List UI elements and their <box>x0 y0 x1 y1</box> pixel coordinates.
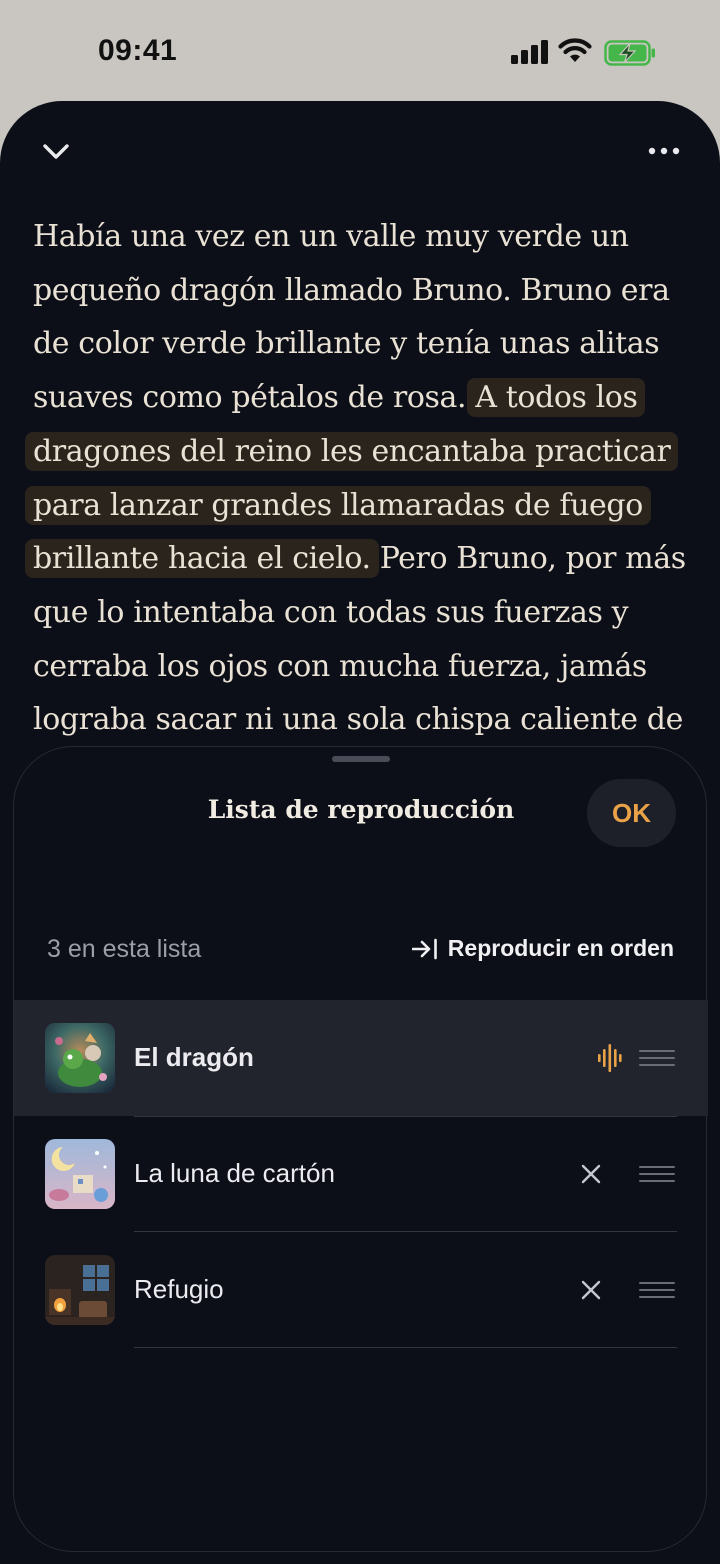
status-time: 09:41 <box>98 34 178 67</box>
playlist-item-title: La luna de cartón <box>134 1158 335 1188</box>
story-text: Había una vez en un valle muy verde un p… <box>25 210 689 747</box>
battery-charging-icon <box>604 40 655 66</box>
sheet-grab-handle[interactable] <box>332 756 390 762</box>
row-divider <box>134 1116 677 1117</box>
playlist-item-title: Refugio <box>134 1274 224 1304</box>
drag-handle-icon[interactable] <box>639 1165 675 1183</box>
playlist-item-el-dragon[interactable]: El dragón <box>14 1000 708 1116</box>
play-in-order-button[interactable]: Reproducir en orden <box>411 935 674 962</box>
playlist-item-la-luna-de-carton[interactable]: La luna de cartón <box>14 1116 708 1232</box>
chevron-down-icon[interactable] <box>40 140 72 162</box>
more-options-icon[interactable] <box>648 145 680 157</box>
status-bar: 09:41 <box>0 0 720 100</box>
drag-handle-icon[interactable] <box>639 1281 675 1299</box>
playlist-item-refugio[interactable]: Refugio <box>14 1232 708 1348</box>
play-in-order-label: Reproducir en orden <box>447 935 674 961</box>
drag-handle-icon[interactable] <box>639 1049 675 1067</box>
cover-thumbnail <box>45 1139 115 1209</box>
row-divider <box>134 1347 677 1348</box>
ok-button[interactable]: OK <box>587 779 676 847</box>
playlist-item-title: El dragón <box>134 1042 254 1072</box>
close-icon[interactable] <box>579 1162 603 1186</box>
arrow-right-to-line-icon <box>411 938 437 959</box>
playlist-sheet: Lista de reproducción OK 3 en esta lista… <box>13 746 708 1552</box>
cover-thumbnail <box>45 1023 115 1093</box>
cellular-signal-icon <box>511 40 548 64</box>
wifi-icon <box>558 38 592 62</box>
close-icon[interactable] <box>579 1278 603 1302</box>
cover-thumbnail <box>45 1255 115 1325</box>
playlist-count: 3 en esta lista <box>47 935 202 963</box>
audio-waveform-icon <box>598 1044 622 1072</box>
